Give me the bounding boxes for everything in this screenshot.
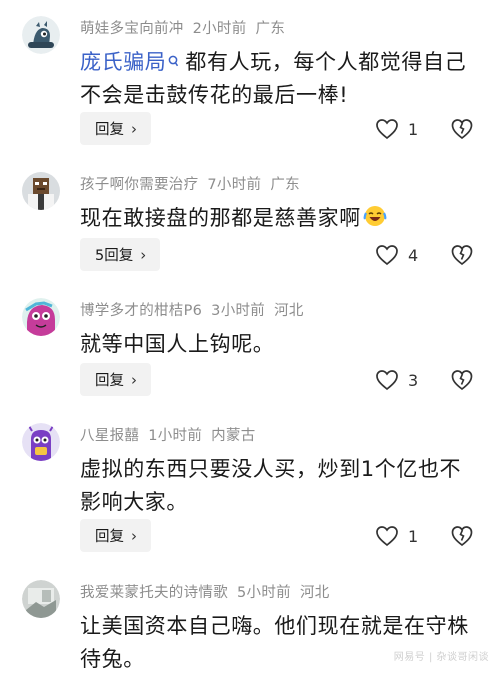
comment-item: 萌娃多宝向前冲 2小时前 广东 庞氏骗局 都有人玩，每个人都觉得自己 不会是击鼓传花的… <box>0 16 499 150</box>
reply-button[interactable]: 回复 › <box>80 363 151 396</box>
chevron-right-icon: › <box>140 245 147 264</box>
like-button[interactable]: 1 <box>375 118 418 140</box>
comment-text-line: 虚拟的东西只要没人买，炒到1个亿也不 <box>80 457 462 481</box>
comment-text: 让美国资本自己嗨。他们现在就是在守株 待兔。 <box>80 610 480 676</box>
comment-time: 3小时前 <box>211 303 266 319</box>
username[interactable]: 萌娃多宝向前冲 <box>80 21 184 37</box>
heart-outline-icon <box>376 370 398 391</box>
comment-actions: 回复 › 3 <box>80 363 480 397</box>
reply-label: 回复 <box>95 529 124 545</box>
comment-item: 孩子啊你需要治疗 7小时前 广东 现在敢接盘的那都是慈善家啊 5回复 › 4 <box>0 172 499 282</box>
reply-to-link[interactable]: 庞氏骗局 <box>80 50 166 74</box>
avatar[interactable] <box>22 298 60 336</box>
username[interactable]: 博学多才的柑桔P6 <box>80 303 202 319</box>
reply-label: 回复 <box>95 122 124 138</box>
comment-meta: 萌娃多宝向前冲 2小时前 广东 <box>80 17 294 38</box>
comment-meta: 孩子啊你需要治疗 7小时前 广东 <box>80 173 309 194</box>
comment-location: 广东 <box>270 177 300 193</box>
comment-text-line: 待兔。 <box>80 647 145 671</box>
chevron-right-icon: › <box>131 526 137 545</box>
comment-meta: 八星报囍 1小时前 内蒙古 <box>80 424 265 445</box>
comment-location: 河北 <box>299 585 330 601</box>
avatar[interactable] <box>22 172 60 210</box>
comment-actions: 回复 › 1 <box>80 519 480 553</box>
search-link-icon <box>167 46 179 79</box>
broken-heart-icon <box>451 245 473 266</box>
comment-time: 2小时前 <box>192 21 247 37</box>
like-count: 4 <box>408 245 419 265</box>
comment-text-line: 让美国资本自己嗨。他们现在就是在守株 <box>80 614 469 638</box>
like-button[interactable]: 1 <box>375 525 418 547</box>
comment-item: 八星报囍 1小时前 内蒙古 虚拟的东西只要没人买，炒到1个亿也不 影响大家。 回复 ›… <box>0 423 499 558</box>
username[interactable]: 我爱莱蒙托夫的诗情歌 <box>80 585 228 601</box>
comment-text: 庞氏骗局 都有人玩，每个人都觉得自己 不会是击鼓传花的最后一棒! <box>80 46 480 112</box>
reply-label: 回复 <box>95 373 124 389</box>
comment-item: 博学多才的柑桔P6 3小时前 河北 就等中国人上钩呢。 回复 › 3 <box>0 298 499 398</box>
chevron-right-icon: › <box>131 119 137 138</box>
comment-text-line: 都有人玩，每个人都觉得自己 <box>185 50 467 74</box>
avatar[interactable] <box>22 580 60 618</box>
comment-actions: 5回复 › 4 <box>80 238 480 272</box>
avatar[interactable] <box>22 423 60 461</box>
comment-text-line: 影响大家。 <box>80 490 188 514</box>
comment-location: 内蒙古 <box>211 428 256 444</box>
comment-meta: 博学多才的柑桔P6 3小时前 河北 <box>80 299 313 320</box>
heart-outline-icon <box>376 526 398 547</box>
laughing-crying-emoji-icon <box>363 204 387 238</box>
comment-actions: 回复 › 1 <box>80 112 480 146</box>
comment-time: 7小时前 <box>207 177 262 193</box>
broken-heart-icon <box>451 526 473 547</box>
heart-outline-icon <box>376 119 398 140</box>
username[interactable]: 孩子啊你需要治疗 <box>80 177 198 193</box>
heart-outline-icon <box>376 245 398 266</box>
like-button[interactable]: 4 <box>375 244 418 266</box>
reply-label: 5回复 <box>95 248 134 264</box>
reply-button[interactable]: 回复 › <box>80 112 151 145</box>
username[interactable]: 八星报囍 <box>80 428 139 444</box>
comment-text-line: 不会是击鼓传花的最后一棒! <box>80 83 349 107</box>
reply-button[interactable]: 回复 › <box>80 519 151 552</box>
like-count: 1 <box>408 526 419 546</box>
dislike-button[interactable] <box>451 525 473 551</box>
chevron-right-icon: › <box>131 370 137 389</box>
comment-time: 5小时前 <box>237 585 291 601</box>
comment-text: 现在敢接盘的那都是慈善家啊 <box>80 202 480 238</box>
broken-heart-icon <box>451 119 473 140</box>
comment-text-line: 现在敢接盘的那都是慈善家啊 <box>80 206 361 230</box>
avatar[interactable] <box>22 16 60 54</box>
comment-text-line: 就等中国人上钩呢。 <box>80 332 275 356</box>
comment-text: 虚拟的东西只要没人买，炒到1个亿也不 影响大家。 <box>80 453 480 519</box>
like-count: 1 <box>408 119 419 139</box>
broken-heart-icon <box>451 370 473 391</box>
watermark: 网易号 | 杂谈哥闲谈 <box>393 652 489 663</box>
comment-location: 广东 <box>255 21 286 37</box>
dislike-button[interactable] <box>451 118 473 144</box>
dislike-button[interactable] <box>451 244 473 270</box>
like-count: 3 <box>408 370 419 390</box>
reply-button[interactable]: 5回复 › <box>80 238 161 271</box>
dislike-button[interactable] <box>451 369 473 395</box>
comment-meta: 我爱莱蒙托夫的诗情歌 5小时前 河北 <box>80 581 339 602</box>
like-button[interactable]: 3 <box>375 369 418 391</box>
comment-time: 1小时前 <box>148 428 203 444</box>
comment-text: 就等中国人上钩呢。 <box>80 328 480 361</box>
comment-location: 河北 <box>274 303 304 319</box>
